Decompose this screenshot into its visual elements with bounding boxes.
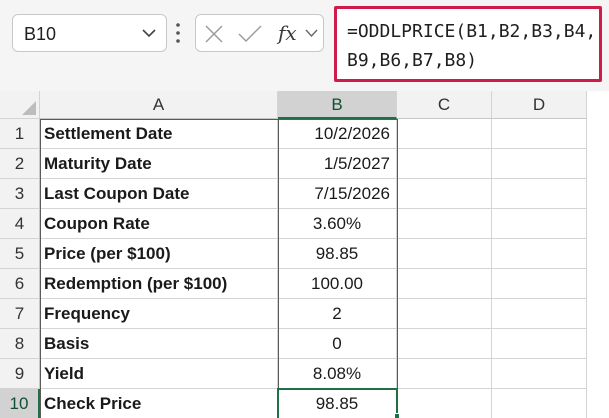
cell-d7[interactable] [492,299,587,329]
cell-b6[interactable]: 100.00 [278,269,397,299]
cell-a8[interactable]: Basis [40,329,278,359]
cell-d5[interactable] [492,239,587,269]
cell-c9[interactable] [397,359,492,389]
column-header-b[interactable]: B [278,91,397,119]
formula-actions: fx [195,14,324,52]
cell-b7[interactable]: 2 [278,299,397,329]
column-header-a[interactable]: A [40,91,278,119]
row-header-1[interactable]: 1 [0,119,40,149]
name-box-value: B10 [24,24,57,44]
cell-c3[interactable] [397,179,492,209]
cell-c10[interactable] [397,389,492,418]
row-header-5[interactable]: 5 [0,239,40,269]
row-header-4[interactable]: 4 [0,209,40,239]
checkmark-icon[interactable] [238,24,262,44]
cell-a9[interactable]: Yield [40,359,278,389]
cell-c2[interactable] [397,149,492,179]
cell-b5[interactable]: 98.85 [278,239,397,269]
column-header-c[interactable]: C [397,91,492,119]
cell-a7[interactable]: Frequency [40,299,278,329]
select-all-triangle-icon [22,101,36,115]
cell-a2[interactable]: Maturity Date [40,149,278,179]
column-header-d[interactable]: D [492,91,587,119]
formula-text[interactable]: =ODDLPRICE(B1,B2,B3,B4,B9,B6,B7,B8) [347,17,597,75]
cell-b1[interactable]: 10/2/2026 [278,119,397,149]
cell-c8[interactable] [397,329,492,359]
cell-b9[interactable]: 8.08% [278,359,397,389]
fill-handle[interactable] [394,413,400,418]
cell-c5[interactable] [397,239,492,269]
row-header-6[interactable]: 6 [0,269,40,299]
row-header-10[interactable]: 10 [0,389,40,418]
row-header-3[interactable]: 3 [0,179,40,209]
insert-function-button[interactable]: fx [278,21,297,45]
cell-b2[interactable]: 1/5/2027 [278,149,397,179]
formula-toolbar: B10 fx =ODDLPRICE(B1,B2,B3,B4,B9,B6,B7,B… [0,0,609,91]
row-header-9[interactable]: 9 [0,359,40,389]
cell-d3[interactable] [492,179,587,209]
cell-a1[interactable]: Settlement Date [40,119,278,149]
more-options-icon[interactable] [176,22,180,44]
cell-a10[interactable]: Check Price [40,389,278,418]
row-header-8[interactable]: 8 [0,329,40,359]
row-header-7[interactable]: 7 [0,299,40,329]
cell-b4[interactable]: 3.60% [278,209,397,239]
cell-c7[interactable] [397,299,492,329]
select-all-corner[interactable] [0,91,40,119]
cell-d10[interactable] [492,389,587,418]
cell-a6[interactable]: Redemption (per $100) [40,269,278,299]
cell-c1[interactable] [397,119,492,149]
name-box[interactable]: B10 [12,14,167,52]
cell-a3[interactable]: Last Coupon Date [40,179,278,209]
cell-c6[interactable] [397,269,492,299]
cell-b8[interactable]: 0 [278,329,397,359]
cancel-x-icon[interactable] [204,24,224,44]
cell-c4[interactable] [397,209,492,239]
cell-b10[interactable]: 98.85 [278,389,397,418]
chevron-down-icon[interactable] [305,29,318,38]
cell-d6[interactable] [492,269,587,299]
cell-a5[interactable]: Price (per $100) [40,239,278,269]
chevron-down-icon[interactable] [142,29,156,38]
cell-b3[interactable]: 7/15/2026 [278,179,397,209]
row-header-2[interactable]: 2 [0,149,40,179]
cell-d1[interactable] [492,119,587,149]
cell-d4[interactable] [492,209,587,239]
cell-d9[interactable] [492,359,587,389]
formula-bar-input[interactable]: =ODDLPRICE(B1,B2,B3,B4,B9,B6,B7,B8) [334,6,602,82]
cell-a4[interactable]: Coupon Rate [40,209,278,239]
cell-d8[interactable] [492,329,587,359]
cell-d2[interactable] [492,149,587,179]
